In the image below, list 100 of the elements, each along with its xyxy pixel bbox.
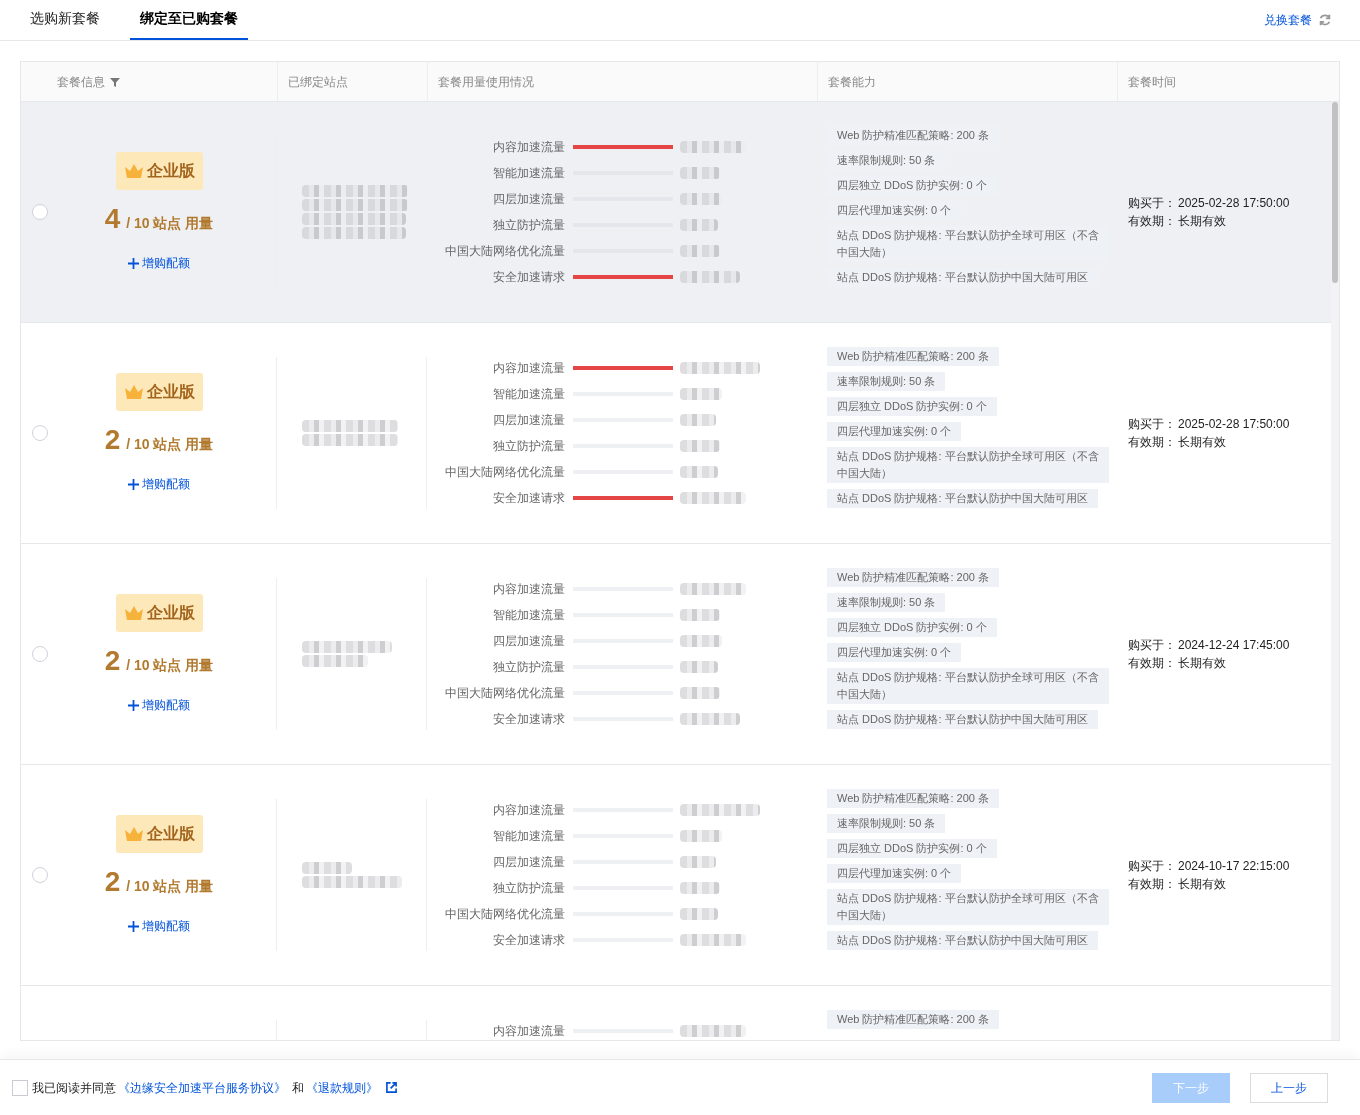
capability-tag: 四层代理加速实例: 0 个 [827,422,962,441]
usage-label: 内容加速流量 [492,360,565,377]
edition-badge: 企业版 [115,373,203,411]
edition-badge: 企业版 [115,594,203,632]
used-count: 2 [104,646,121,676]
capability-tag: 四层代理加速实例: 0 个 [827,864,962,883]
column-header: 套餐时间 [1128,73,1176,91]
capability-tag: 站点 DDoS 防护规格: 平台默认防护中国大陆可用区 [827,931,1098,950]
agreement-link[interactable]: 《边缘安全加速平台服务协议》 [118,1078,286,1097]
usage-label: 中国大陆网络优化流量 [444,906,565,923]
plus-icon [128,699,139,711]
capability-tag: 站点 DDoS 防护规格: 平台默认防护全球可用区（不含中国大陆） [827,889,1109,925]
purchase-date: 2025-02-28 17:50:00 [1178,416,1290,433]
obscured-usage-value [680,271,740,283]
validity-label: 有效期： [1128,213,1176,230]
usage-label: 内容加速流量 [492,1023,565,1040]
agree-checkbox[interactable] [12,1079,28,1096]
obscured-usage-value [680,882,720,894]
obscured-usage-value [680,609,720,621]
and-text: 和 [292,1079,304,1097]
quota-text: / 10 站点 用量 [126,435,214,454]
usage-label: 中国大陆网络优化流量 [444,685,565,702]
crown-icon [123,384,144,400]
usage-label: 智能加速流量 [492,165,565,182]
capability-tag: 四层代理加速实例: 0 个 [827,643,962,662]
edition-badge: 企业版 [115,152,203,190]
capability-tag: 速率限制规则: 50 条 [827,593,946,612]
obscured-usage-value [680,141,746,153]
purchase-date: 2024-12-24 17:45:00 [1178,637,1290,654]
validity-value: 长期有效 [1178,434,1227,451]
obscured-usage-value [680,635,722,647]
quota-text: / 10 站点 用量 [126,656,214,675]
obscured-usage-value [680,245,720,257]
obscured-usage-value [680,492,746,504]
obscured-site-name [302,862,352,874]
tab[interactable]: 绑定至已购套餐 [130,0,248,40]
obscured-usage-value [680,219,718,231]
radio-button[interactable] [32,425,48,441]
usage-label: 独立防护流量 [492,659,565,676]
validity-label: 有效期： [1128,434,1176,451]
purchase-label: 购买于： [1128,195,1176,212]
radio-button[interactable] [32,867,48,883]
purchase-label: 购买于： [1128,637,1176,654]
capability-tag: Web 防护精准匹配策略: 200 条 [827,347,999,366]
usage-label: 安全加速请求 [492,932,565,949]
back-button[interactable]: 上一步 [1250,1072,1328,1103]
agree-text: 我已阅读并同意 [32,1079,116,1097]
capability-tag: 站点 DDoS 防护规格: 平台默认防护全球可用区（不含中国大陆） [827,447,1109,483]
capability-tag: 站点 DDoS 防护规格: 平台默认防护中国大陆可用区 [827,710,1098,729]
tab[interactable]: 选购新套餐 [20,0,110,40]
usage-label: 四层加速流量 [492,191,565,208]
capability-tag: 站点 DDoS 防护规格: 平台默认防护中国大陆可用区 [827,489,1098,508]
capability-tag: Web 防护精准匹配策略: 200 条 [827,568,999,587]
validity-value: 长期有效 [1178,213,1227,230]
redeem-link[interactable]: 兑换套餐 [1264,10,1312,29]
capability-tag: 四层独立 DDoS 防护实例: 0 个 [827,618,997,637]
usage-label: 内容加速流量 [492,139,565,156]
purchase-date: 2025-02-28 17:50:00 [1178,195,1290,212]
table-row[interactable] [21,102,1331,323]
usage-label: 内容加速流量 [492,581,565,598]
add-quota-link[interactable]: 增购配额 [128,696,190,714]
obscured-usage-value [680,167,720,179]
quota-text: / 10 站点 用量 [126,877,214,896]
refresh-icon[interactable] [1318,12,1332,27]
radio-button[interactable] [32,646,48,662]
usage-label: 独立防护流量 [492,880,565,897]
radio-button[interactable] [32,204,48,220]
add-quota-link[interactable]: 增购配额 [128,254,190,272]
usage-label: 独立防护流量 [492,217,565,234]
obscured-usage-value [680,440,720,452]
obscured-usage-value [680,687,720,699]
capability-tag: 四层独立 DDoS 防护实例: 0 个 [827,397,997,416]
crown-icon [123,605,144,621]
validity-label: 有效期： [1128,876,1176,893]
capability-tag: 站点 DDoS 防护规格: 平台默认防护全球可用区（不含中国大陆） [827,668,1109,704]
obscured-usage-value [680,193,722,205]
usage-label: 智能加速流量 [492,386,565,403]
validity-label: 有效期： [1128,655,1176,672]
purchase-label: 购买于： [1128,416,1176,433]
add-quota-link[interactable]: 增购配额 [128,917,190,935]
usage-label: 智能加速流量 [492,607,565,624]
column-header: 套餐用量使用情况 [438,73,534,91]
obscured-usage-value [680,908,718,920]
used-count: 2 [104,867,121,897]
obscured-usage-value [680,661,718,673]
refund-link[interactable]: 《退款规则》 [306,1078,378,1097]
external-link-icon[interactable] [386,1082,397,1093]
capability-tag: 速率限制规则: 50 条 [827,372,946,391]
plus-icon [128,257,139,269]
obscured-usage-value [680,414,716,426]
filter-icon[interactable] [110,76,120,87]
crown-icon [123,826,144,842]
usage-label: 安全加速请求 [492,711,565,728]
usage-label: 中国大陆网络优化流量 [444,243,565,260]
scrollbar-thumb[interactable] [1332,102,1338,283]
obscured-usage-value [680,830,722,842]
crown-icon [123,163,144,179]
obscured-site-name [302,655,368,667]
usage-label: 四层加速流量 [492,854,565,871]
add-quota-link[interactable]: 增购配额 [128,475,190,493]
